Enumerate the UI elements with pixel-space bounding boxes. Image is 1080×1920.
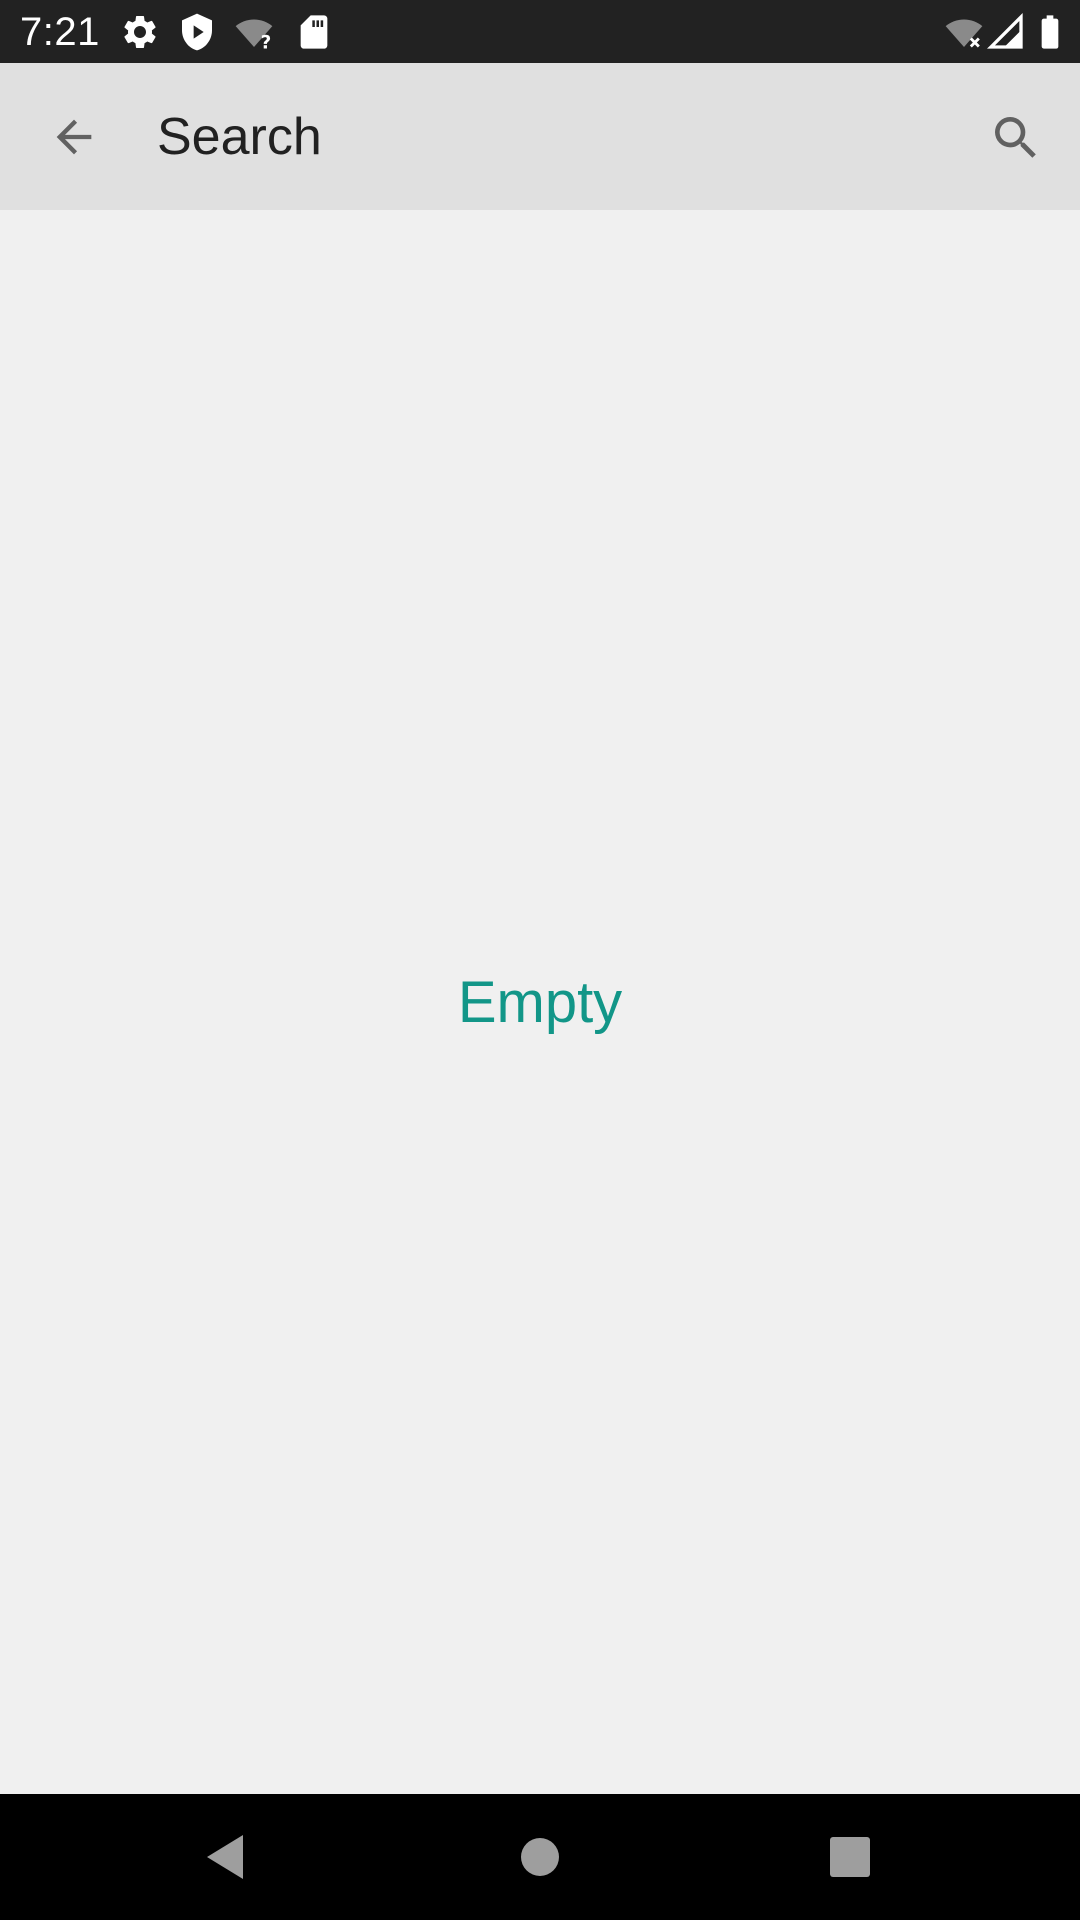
app-bar: Search bbox=[0, 63, 1080, 210]
nav-home-button[interactable] bbox=[485, 1817, 595, 1897]
status-bar: 7:21 ? bbox=[0, 0, 1080, 63]
settings-icon bbox=[120, 12, 160, 52]
navigation-bar bbox=[0, 1794, 1080, 1920]
home-circle-icon bbox=[521, 1838, 559, 1876]
wifi-unknown-icon: ? bbox=[234, 12, 274, 52]
recents-square-icon bbox=[830, 1837, 870, 1877]
search-icon bbox=[995, 117, 1036, 158]
arrow-back-icon bbox=[56, 119, 92, 155]
sd-card-icon bbox=[294, 12, 334, 52]
empty-state-text: Empty bbox=[457, 970, 623, 1035]
svg-text:?: ? bbox=[261, 33, 272, 52]
back-button[interactable] bbox=[30, 102, 118, 172]
nav-back-button[interactable] bbox=[170, 1817, 280, 1897]
cell-signal-icon bbox=[986, 12, 1026, 52]
nav-recents-button[interactable] bbox=[795, 1817, 905, 1897]
page-title: Search bbox=[157, 108, 322, 166]
status-time: 7:21 bbox=[20, 10, 100, 54]
back-triangle-icon bbox=[207, 1835, 243, 1879]
screen: 7:21 ? Search Empty bbox=[0, 0, 1080, 1920]
content-area: Empty bbox=[0, 210, 1080, 1794]
battery-icon bbox=[1030, 12, 1070, 52]
shield-icon bbox=[177, 12, 217, 52]
wifi-off-icon bbox=[944, 12, 984, 52]
search-button[interactable] bbox=[976, 105, 1056, 171]
